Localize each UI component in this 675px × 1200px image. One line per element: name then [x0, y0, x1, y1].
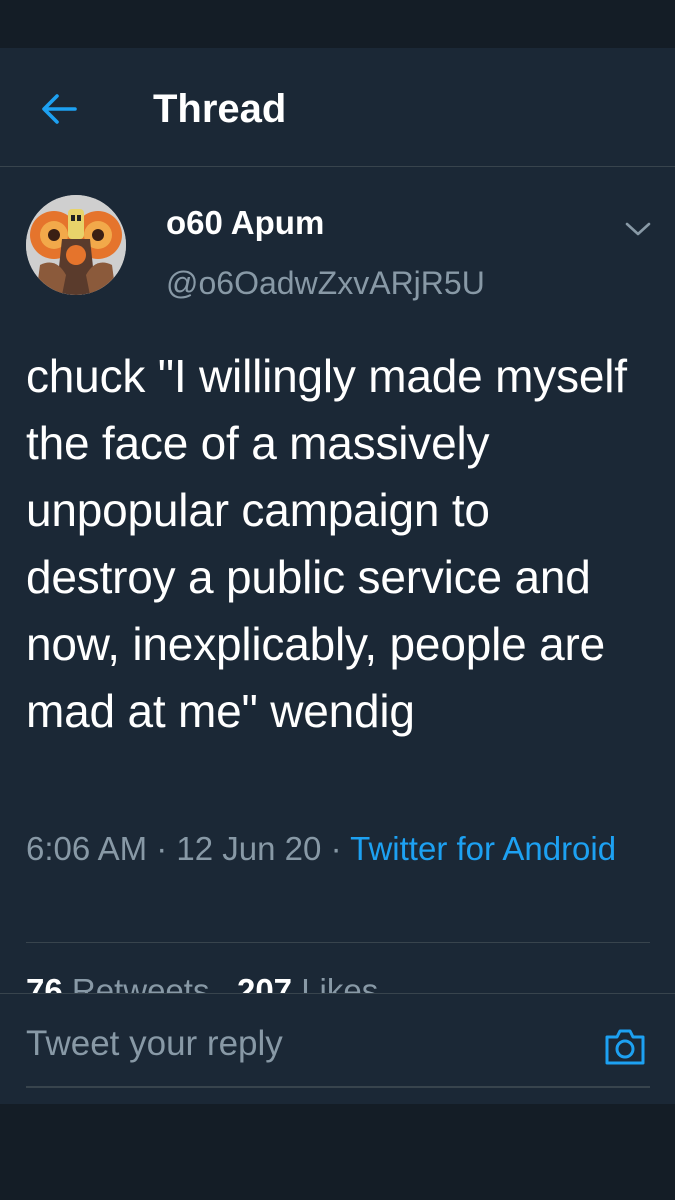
tweet-text: chuck "I willingly made myself the face … — [26, 350, 627, 737]
likes-count[interactable]: 207 — [237, 972, 292, 993]
reply-input-underline — [26, 1086, 650, 1088]
tweet-stats: 76 Retweets 207 Likes — [26, 967, 378, 993]
tweet-options-button[interactable] — [620, 211, 656, 247]
tweet-date: 12 Jun 20 — [176, 830, 322, 867]
tweet-metadata: 6:06 AM · 12 Jun 20 · Twitter for Androi… — [26, 825, 626, 873]
separator: · — [156, 830, 168, 867]
retweets-count[interactable]: 76 — [26, 972, 63, 993]
display-name[interactable]: o60 Apum — [166, 203, 324, 243]
separator: · — [330, 830, 342, 867]
tweet-time: 6:06 AM — [26, 830, 148, 867]
avatar[interactable] — [26, 195, 126, 295]
top-app-bar: Thread — [0, 48, 675, 167]
reply-composer: Tweet your reply — [0, 993, 675, 1104]
camera-icon — [605, 1029, 645, 1065]
chevron-down-icon — [625, 222, 651, 236]
back-button[interactable] — [34, 86, 84, 132]
page-title: Thread — [153, 87, 287, 131]
user-handle[interactable]: @o6OadwZxvARjR5U — [166, 263, 485, 303]
divider — [26, 942, 650, 943]
arrow-left-icon — [42, 94, 77, 124]
avatar-image — [26, 195, 126, 295]
likes-label[interactable]: Likes — [301, 972, 378, 993]
camera-button[interactable] — [600, 1024, 650, 1070]
reply-input[interactable]: Tweet your reply — [26, 1022, 283, 1066]
retweets-label[interactable]: Retweets — [72, 972, 210, 993]
tweet-detail: o60 Apum @o6OadwZxvARjR5U chuck "I willi… — [0, 167, 675, 993]
tweet-source-link[interactable]: Twitter for Android — [350, 830, 616, 867]
status-bar — [0, 0, 675, 48]
